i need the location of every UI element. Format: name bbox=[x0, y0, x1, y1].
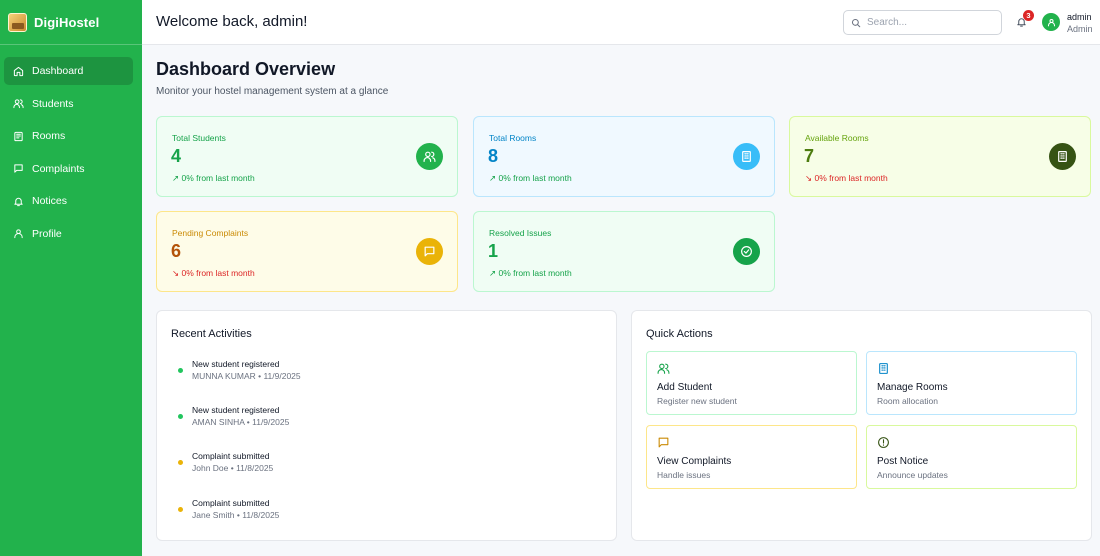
stat-card-pending-complaints: Pending Complaints 6 ↘ 0% from last mont… bbox=[156, 211, 458, 292]
manage-rooms-button[interactable]: Manage Rooms Room allocation bbox=[866, 351, 1077, 415]
sidebar-item-students[interactable]: Students bbox=[4, 90, 133, 118]
building-icon bbox=[742, 151, 751, 162]
action-desc: Handle issues bbox=[657, 470, 711, 480]
message-icon bbox=[14, 164, 23, 173]
stat-card-available-rooms: Available Rooms 7 ↘ 0% from last month bbox=[789, 116, 1091, 197]
action-name: Manage Rooms bbox=[877, 382, 948, 393]
action-desc: Register new student bbox=[657, 396, 737, 406]
alert-circle-icon bbox=[878, 437, 889, 448]
stat-value: 8 bbox=[488, 146, 499, 166]
stat-icon-badge bbox=[733, 143, 760, 170]
check-circle-icon bbox=[741, 246, 752, 257]
user-icon bbox=[1047, 18, 1055, 26]
activity-meta: MUNNA KUMAR • 11/9/2025 bbox=[192, 371, 301, 381]
sidebar-item-label: Profile bbox=[32, 227, 62, 240]
users-icon bbox=[13, 99, 24, 109]
message-icon bbox=[658, 437, 669, 448]
action-name: View Complaints bbox=[657, 456, 732, 467]
stat-icon-badge bbox=[416, 238, 443, 265]
add-student-button[interactable]: Add Student Register new student bbox=[646, 351, 857, 415]
activity-title: New student registered bbox=[192, 359, 280, 369]
stat-value: 4 bbox=[171, 146, 182, 166]
activity-meta: Jane Smith • 11/8/2025 bbox=[192, 510, 280, 520]
action-name: Post Notice bbox=[877, 456, 929, 467]
search-box[interactable] bbox=[843, 10, 1002, 35]
top-header: Welcome back, admin! 3 admin Admin bbox=[142, 0, 1100, 45]
welcome-message: Welcome back, admin! bbox=[156, 13, 308, 30]
recent-activities-panel: Recent Activities New student registered… bbox=[156, 310, 617, 541]
sidebar-item-notices[interactable]: Notices bbox=[4, 187, 133, 215]
action-name: Add Student bbox=[657, 382, 713, 393]
recent-activities-title: Recent Activities bbox=[171, 328, 252, 340]
stat-trend: ↗ 0% from last month bbox=[172, 173, 255, 183]
sidebar-item-profile[interactable]: Profile bbox=[4, 220, 133, 248]
stat-label: Total Students bbox=[172, 133, 226, 143]
stat-card-resolved-issues: Resolved Issues 1 ↗ 0% from last month bbox=[473, 211, 775, 292]
stat-label: Available Rooms bbox=[805, 133, 869, 143]
stat-value: 7 bbox=[804, 146, 815, 166]
building-icon bbox=[879, 363, 888, 374]
home-icon bbox=[13, 66, 24, 76]
action-desc: Announce updates bbox=[877, 470, 948, 480]
user-role: Admin bbox=[1067, 24, 1093, 34]
activity-dot bbox=[178, 507, 183, 512]
user-name: admin bbox=[1067, 12, 1092, 22]
hostel-logo-icon bbox=[8, 12, 27, 32]
brand[interactable]: DigiHostel bbox=[0, 0, 142, 45]
view-complaints-button[interactable]: View Complaints Handle issues bbox=[646, 425, 857, 489]
stat-trend: ↗ 0% from last month bbox=[489, 173, 572, 183]
action-desc: Room allocation bbox=[877, 396, 938, 406]
notification-count-badge: 3 bbox=[1023, 10, 1034, 21]
stat-label: Total Rooms bbox=[489, 133, 537, 143]
stat-icon-badge bbox=[1049, 143, 1076, 170]
activity-title: New student registered bbox=[192, 405, 280, 415]
stat-value: 6 bbox=[171, 241, 182, 261]
activity-meta: John Doe • 11/8/2025 bbox=[192, 463, 274, 473]
search-icon bbox=[851, 18, 861, 27]
sidebar-item-label: Dashboard bbox=[32, 65, 84, 77]
post-notice-button[interactable]: Post Notice Announce updates bbox=[866, 425, 1077, 489]
sidebar: DigiHostel Dashboard Students Rooms Comp… bbox=[0, 0, 142, 556]
activity-meta: AMAN SINHA • 11/9/2025 bbox=[192, 417, 290, 427]
activity-dot bbox=[178, 460, 183, 465]
brand-name: DigiHostel bbox=[34, 14, 100, 30]
sidebar-item-label: Rooms bbox=[32, 130, 66, 142]
avatar[interactable] bbox=[1042, 13, 1060, 31]
sidebar-item-dashboard[interactable]: Dashboard bbox=[4, 57, 133, 85]
users-icon bbox=[657, 363, 670, 374]
activity-dot bbox=[178, 414, 183, 419]
stat-card-total-students: Total Students 4 ↗ 0% from last month bbox=[156, 116, 458, 197]
activity-title: Complaint submitted bbox=[192, 498, 270, 508]
stat-trend: ↘ 0% from last month bbox=[805, 173, 888, 183]
users-icon bbox=[423, 151, 436, 162]
quick-actions-title: Quick Actions bbox=[646, 328, 713, 340]
stat-icon-badge bbox=[733, 238, 760, 265]
stat-trend: ↗ 0% from last month bbox=[489, 268, 572, 278]
page-subtitle: Monitor your hostel management system at… bbox=[156, 86, 389, 97]
sidebar-item-complaints[interactable]: Complaints bbox=[4, 155, 133, 183]
bell-icon bbox=[14, 197, 23, 206]
quick-actions-panel: Quick Actions Add Student Register new s… bbox=[631, 310, 1092, 541]
search-input[interactable] bbox=[867, 17, 997, 28]
building-icon bbox=[1058, 151, 1067, 162]
book-icon bbox=[14, 131, 23, 141]
stat-icon-badge bbox=[416, 143, 443, 170]
sidebar-item-rooms[interactable]: Rooms bbox=[4, 122, 133, 150]
stat-label: Resolved Issues bbox=[489, 228, 552, 238]
stat-label: Pending Complaints bbox=[172, 228, 249, 238]
activity-dot bbox=[178, 368, 183, 373]
message-icon bbox=[424, 246, 435, 257]
sidebar-nav: Dashboard Students Rooms Complaints Noti… bbox=[0, 45, 142, 248]
stat-card-total-rooms: Total Rooms 8 ↗ 0% from last month bbox=[473, 116, 775, 197]
sidebar-item-label: Complaints bbox=[32, 162, 85, 175]
stat-trend: ↘ 0% from last month bbox=[172, 268, 255, 278]
user-icon bbox=[14, 229, 23, 239]
stat-value: 1 bbox=[488, 241, 499, 261]
page-title: Dashboard Overview bbox=[156, 59, 336, 79]
activity-title: Complaint submitted bbox=[192, 451, 270, 461]
sidebar-item-label: Students bbox=[32, 97, 74, 110]
sidebar-item-label: Notices bbox=[32, 195, 68, 207]
